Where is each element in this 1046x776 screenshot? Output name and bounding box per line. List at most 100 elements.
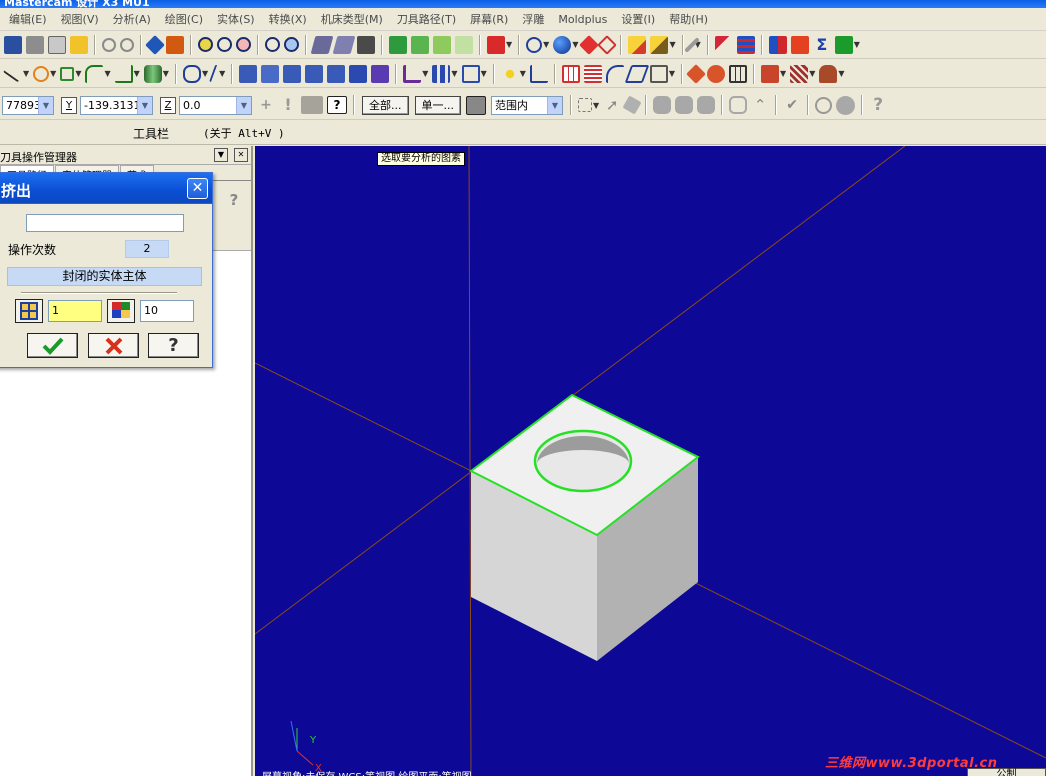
save-icon[interactable] [4,35,22,54]
move-icon[interactable] [261,64,280,83]
color-icon[interactable] [790,35,809,54]
select-icon[interactable] [578,98,592,112]
help-icon[interactable]: ? [225,191,243,209]
table-icon[interactable] [583,64,602,83]
menu-machine-type[interactable]: 机床类型(M) [314,11,390,27]
color-icon[interactable] [768,35,787,54]
grid-select-button[interactable] [15,299,43,323]
cube-side-icon[interactable] [455,35,473,54]
repaint-icon[interactable] [284,37,299,52]
undo-icon[interactable] [102,37,116,52]
menu-relief[interactable]: 浮雕 [515,11,551,27]
cylinder-icon[interactable] [143,64,162,83]
transform-icon[interactable] [239,64,258,83]
question-gray-icon[interactable]: ? [869,96,887,114]
trim-icon[interactable] [182,64,201,83]
point-icon[interactable] [500,64,519,83]
zoom-in-icon[interactable] [236,37,251,52]
draft-icon[interactable] [790,64,809,83]
value-field-2[interactable]: 10 [140,300,194,322]
menu-edit[interactable]: 编辑(E) [2,11,54,27]
hexagon-gray-icon[interactable] [697,96,716,114]
ok-button[interactable] [27,333,78,358]
fit-screen-icon[interactable] [217,37,232,52]
select-all-button[interactable]: 全部... [362,95,409,115]
arrow-icon[interactable]: ➚ [603,96,621,114]
cancel-button[interactable] [88,333,139,358]
boolean-icon[interactable] [686,63,706,84]
sum-icon[interactable]: Σ [813,35,831,54]
z-coordinate-field[interactable]: 0.0 ▼ [179,95,252,115]
menu-screen[interactable]: 屏幕(R) [463,11,515,27]
chevron-down-icon[interactable]: ▼ [38,96,53,114]
menu-moldplus[interactable]: Moldplus [551,13,614,26]
menu-solids[interactable]: 实体(S) [210,11,262,27]
shade-icon[interactable] [310,35,334,54]
no-icon[interactable] [815,96,833,114]
y-coordinate-field[interactable]: -139.3131 ▼ [80,95,153,115]
clear-icon[interactable]: + [257,96,275,114]
select-single-button[interactable]: 单一... [414,95,461,115]
wireframe-icon[interactable] [729,64,748,83]
shade-icon[interactable] [332,35,356,54]
hexagon-icon[interactable] [579,34,600,55]
chamfer-icon[interactable] [114,64,133,83]
rotate-icon[interactable] [283,64,302,83]
exit-icon[interactable] [834,35,853,54]
panel-close-icon[interactable]: ✕ [234,148,248,162]
zoom-out-icon[interactable] [198,37,213,52]
table-icon[interactable] [461,64,480,83]
attribute-icon[interactable] [301,96,323,114]
menu-xform[interactable]: 转换(X) [262,11,314,27]
spline-icon[interactable] [605,64,624,83]
layer-icon[interactable] [736,35,755,54]
hexagon-gray-icon[interactable] [653,96,672,114]
units-indicator[interactable]: 公制 [967,768,1046,776]
redo-icon[interactable] [120,37,134,52]
zoom-window-icon[interactable] [166,35,184,54]
color-grid-button[interactable] [107,299,135,323]
menu-create[interactable]: 绘图(C) [158,11,210,27]
menu-view[interactable]: 视图(V) [54,11,106,27]
zoom-previous-icon[interactable] [265,37,280,52]
solid-select-icon[interactable] [622,95,642,115]
cube-front-icon[interactable] [433,35,451,54]
warning-icon[interactable]: ! [279,96,297,114]
arrow-icon[interactable]: ✔ [783,96,801,114]
project-icon[interactable] [349,64,368,83]
shade-icon[interactable] [357,35,375,54]
pin-icon[interactable] [70,35,88,54]
shelling-icon[interactable] [761,64,780,83]
chevron-down-icon[interactable]: ▼ [137,96,152,114]
chevron-down-icon[interactable]: ▼ [547,96,562,114]
circle-gray-icon[interactable] [836,95,856,115]
boolean-icon[interactable] [707,64,726,83]
cube-iso-icon[interactable] [389,35,407,54]
surface-icon[interactable] [624,64,650,83]
cube-top-icon[interactable] [411,35,429,54]
array-icon[interactable] [371,64,390,83]
help-icon[interactable]: ? [327,96,347,114]
view-select-icon[interactable] [487,35,505,54]
close-icon[interactable]: ✕ [187,178,208,199]
globe-icon[interactable] [526,36,543,53]
scale-icon[interactable] [305,64,324,83]
circle-icon[interactable] [33,65,50,82]
mask-icon[interactable] [466,95,486,115]
print-icon[interactable] [26,35,44,54]
pencil-icon[interactable] [628,35,647,54]
arrow-icon[interactable]: ⌃ [751,96,769,114]
menu-settings[interactable]: 设置(I) [614,11,662,27]
solid-icon[interactable] [649,64,668,83]
help-button[interactable]: ? [148,333,199,358]
y-axis-button[interactable]: Y [61,96,77,114]
z-axis-button[interactable]: Z [160,96,176,114]
hexagon-gray-icon[interactable] [729,96,748,114]
zoom-target-icon[interactable] [145,34,165,55]
offset-icon[interactable] [327,64,346,83]
menu-toolpaths[interactable]: 刀具路径(T) [390,11,463,27]
range-mode-select[interactable]: 范围内 ▼ [491,95,563,115]
graphics-viewport[interactable]: Y X 选取要分析的图素 三维网www.3dportal.cn 屏幕视角:未保存… [255,146,1046,776]
eraser-icon[interactable] [597,34,618,55]
layer-icon[interactable] [714,35,733,54]
